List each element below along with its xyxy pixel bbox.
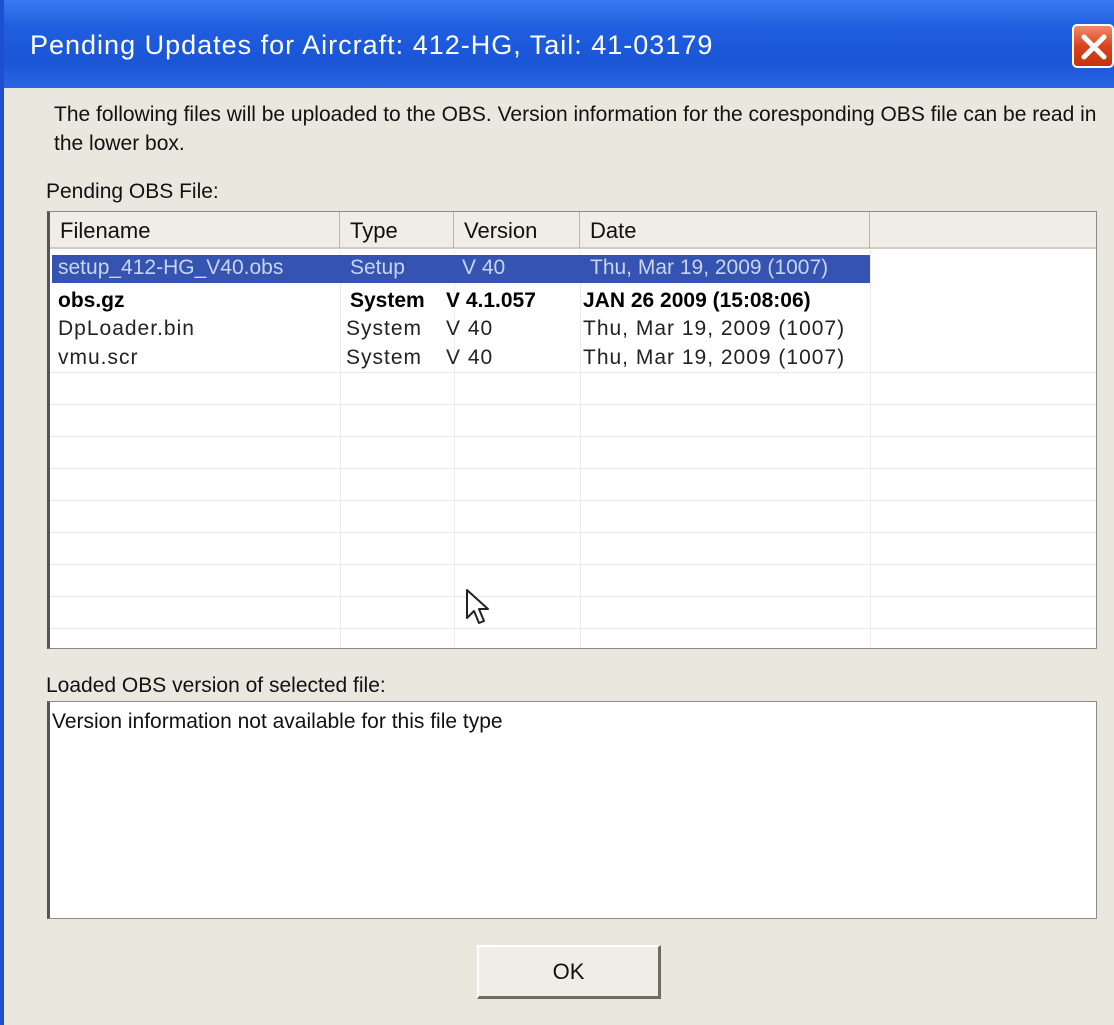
title-bar[interactable]: Pending Updates for Aircraft: 412-HG, Ta… <box>4 0 1114 88</box>
cell-type: Setup <box>350 256 405 279</box>
cell-version: V 40 <box>446 346 494 369</box>
cell-date: Thu, Mar 19, 2009 (1007) <box>583 317 846 340</box>
grid-line <box>50 628 1096 629</box>
version-info-text: Version information not available for th… <box>52 710 503 733</box>
grid-line <box>50 532 1096 533</box>
loaded-version-label: Loaded OBS version of selected file: <box>46 674 386 697</box>
mouse-cursor-icon <box>466 589 489 624</box>
grid-line <box>50 436 1096 437</box>
cell-version: V 40 <box>462 256 506 279</box>
dialog-window: Pending Updates for Aircraft: 412-HG, Ta… <box>0 0 1114 1025</box>
ok-button[interactable]: OK <box>477 945 661 999</box>
close-button[interactable] <box>1072 24 1114 68</box>
column-header-type[interactable]: Type <box>340 212 454 249</box>
cell-type: System <box>346 346 423 369</box>
cell-filename: obs.gz <box>58 289 125 312</box>
list-header: Filename Type Version Date <box>50 212 1096 250</box>
column-header-date[interactable]: Date <box>580 212 870 249</box>
cell-version: V 40 <box>446 317 494 340</box>
version-info-box[interactable]: Version information not available for th… <box>47 701 1097 919</box>
intro-text: The following files will be uploaded to … <box>54 103 1097 155</box>
column-header-filler <box>870 212 1096 249</box>
cell-filename: vmu.scr <box>58 346 139 369</box>
grid-line <box>50 500 1096 501</box>
window-title: Pending Updates for Aircraft: 412-HG, Ta… <box>30 30 714 60</box>
grid-line <box>50 596 1096 597</box>
grid-line <box>50 404 1096 405</box>
table-row[interactable]: DpLoader.bin System V 40 Thu, Mar 19, 20… <box>50 314 1096 344</box>
column-header-version[interactable]: Version <box>454 212 580 249</box>
table-row[interactable]: setup_412-HG_V40.obs Setup V 40 Thu, Mar… <box>50 253 1096 283</box>
cell-filename: DpLoader.bin <box>58 317 195 340</box>
cell-date: JAN 26 2009 (15:08:06) <box>583 289 811 312</box>
grid-line <box>50 564 1096 565</box>
cell-date: Thu, Mar 19, 2009 (1007) <box>590 256 829 279</box>
column-header-filename[interactable]: Filename <box>50 212 340 249</box>
cell-filename: setup_412-HG_V40.obs <box>58 256 284 279</box>
cell-type: System <box>346 317 423 340</box>
grid-line <box>50 468 1096 469</box>
table-row[interactable]: obs.gz System V 4.1.057 JAN 26 2009 (15:… <box>50 286 1096 316</box>
close-icon <box>1081 34 1107 60</box>
pending-files-list[interactable]: Filename Type Version Date setup_412-HG_… <box>47 211 1097 649</box>
cell-version: V 4.1.057 <box>446 289 536 312</box>
pending-label: Pending OBS File: <box>46 180 219 203</box>
cell-date: Thu, Mar 19, 2009 (1007) <box>583 346 846 369</box>
table-row[interactable]: vmu.scr System V 40 Thu, Mar 19, 2009 (1… <box>50 343 1096 373</box>
